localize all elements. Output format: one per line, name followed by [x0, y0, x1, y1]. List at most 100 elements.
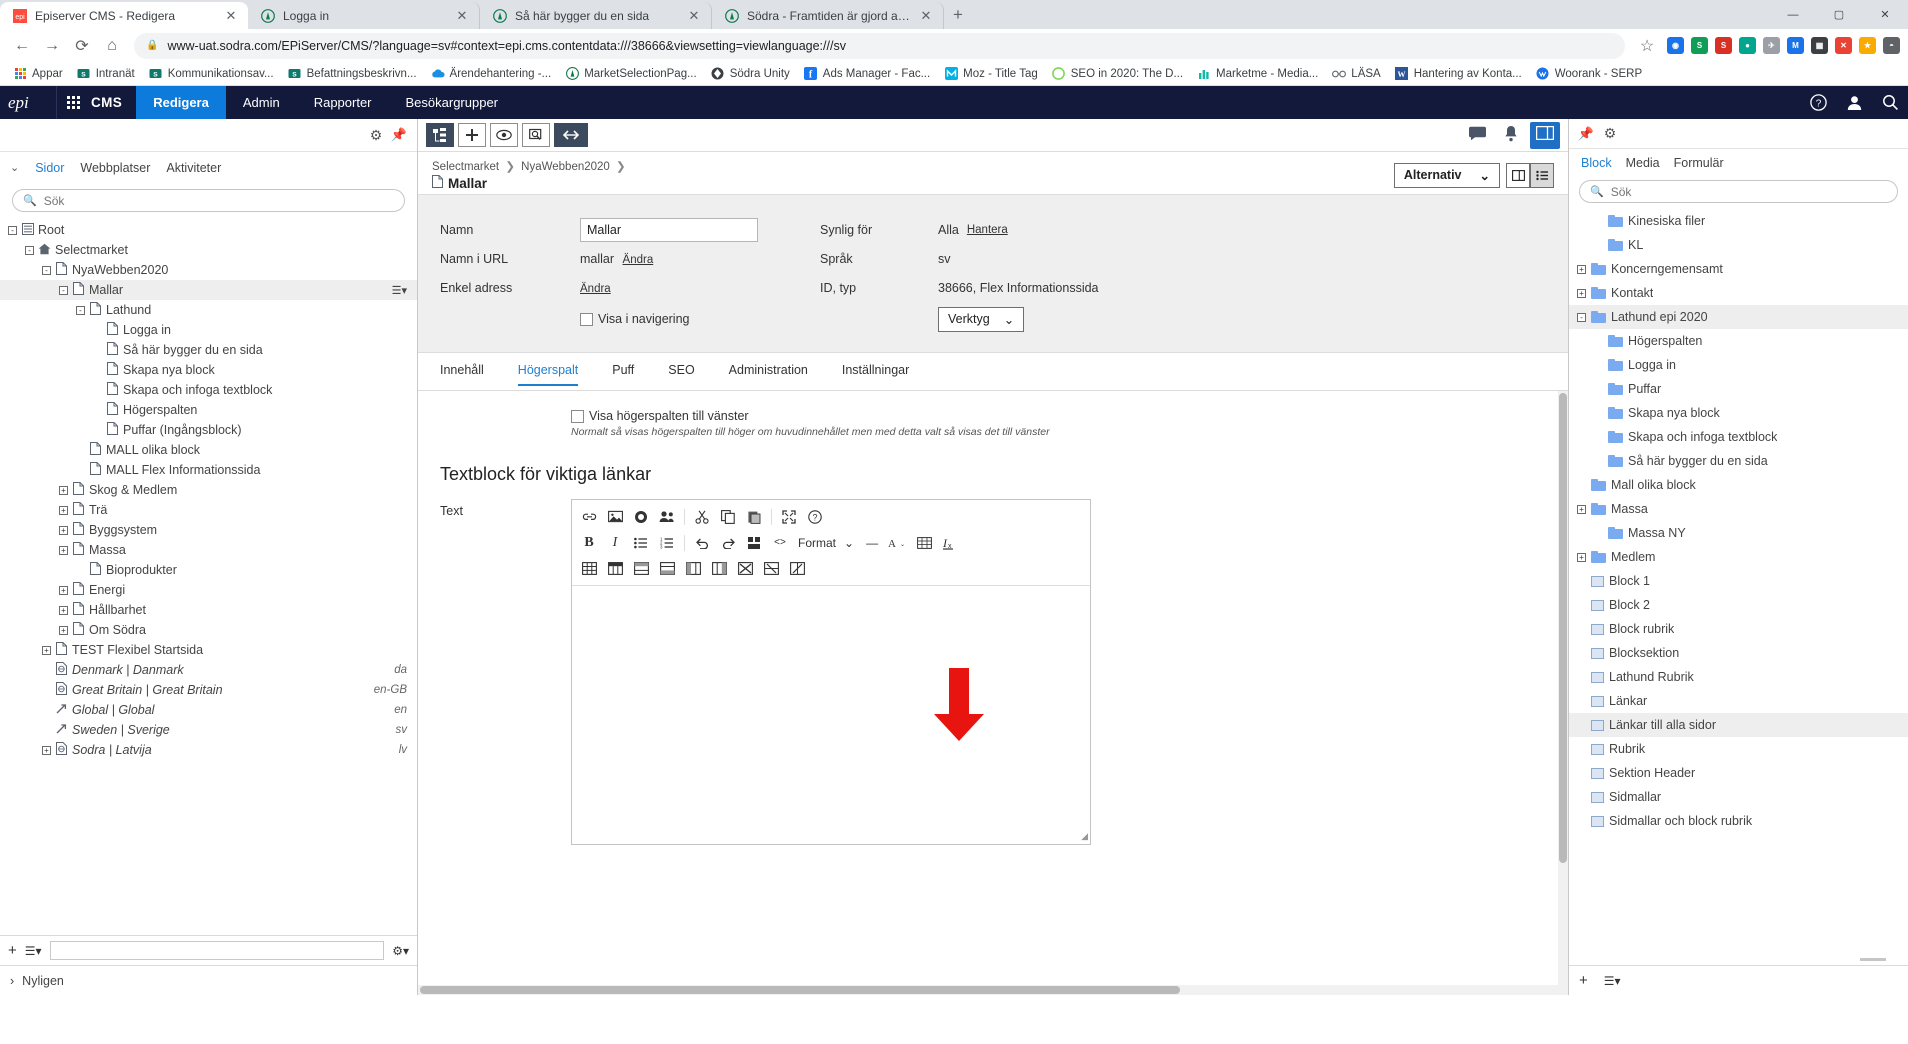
block-list-item[interactable]: Block rubrik — [1569, 617, 1908, 641]
minimize-button[interactable]: — — [1770, 0, 1816, 29]
preview-button[interactable] — [490, 123, 518, 147]
page-tree-item[interactable]: + Massa — [0, 540, 417, 560]
page-tree-item[interactable]: - Selectmarket — [0, 240, 417, 260]
page-tree-item[interactable]: + Trä — [0, 500, 417, 520]
tab-installningar[interactable]: Inställningar — [842, 363, 909, 384]
page-tree-item[interactable]: + Sodra | Latvija lv — [0, 740, 417, 760]
block-folder-item[interactable]: Massa NY — [1569, 521, 1908, 545]
text-color-icon[interactable]: A ⌄ — [886, 532, 910, 554]
insert-table-icon[interactable] — [577, 558, 601, 580]
bold-icon[interactable]: B — [577, 532, 601, 554]
content-horizontal-scrollbar[interactable] — [418, 985, 1568, 995]
visa-i-navigering-checkbox[interactable] — [580, 312, 593, 326]
page-tree-item[interactable]: - NyaWebben2020 — [0, 260, 417, 280]
insert-row-after-icon[interactable] — [655, 558, 679, 580]
ext-red2-icon[interactable]: ✕ — [1835, 37, 1852, 54]
bookmark-item[interactable]: Marketme - Media... — [1191, 65, 1324, 83]
clear-format-icon[interactable]: Ix — [938, 532, 962, 554]
gear-icon[interactable]: ⚙ — [365, 127, 387, 144]
expand-icon[interactable]: + — [1577, 552, 1586, 562]
delete-table-icon[interactable] — [733, 558, 757, 580]
pin-icon[interactable]: 📌 — [389, 127, 409, 143]
tab-webbplatser[interactable]: Webbplatser — [80, 161, 150, 175]
search-box[interactable]: 🔍 — [12, 189, 405, 212]
tab-formular[interactable]: Formulär — [1674, 156, 1724, 170]
expand-icon[interactable]: + — [1577, 504, 1586, 514]
apps-waffle-icon[interactable] — [56, 86, 89, 119]
nav-item-redigera[interactable]: Redigera — [136, 86, 226, 119]
page-tree-item[interactable]: Högerspalten — [0, 400, 417, 420]
expand-icon[interactable]: + — [59, 505, 68, 515]
block-folder-item[interactable]: Kinesiska filer — [1569, 209, 1908, 233]
home-icon[interactable]: ⌂ — [98, 32, 126, 60]
bookmark-item[interactable]: SEO in 2020: The D... — [1046, 65, 1189, 83]
tab-block[interactable]: Block — [1581, 156, 1612, 170]
visa-i-nav-wrap[interactable]: Visa i navigering — [580, 312, 820, 326]
bullet-list-icon[interactable] — [629, 532, 653, 554]
expand-icon[interactable]: + — [42, 745, 51, 755]
tab-innehall[interactable]: Innehåll — [440, 363, 484, 384]
page-tree-item[interactable]: Skapa och infoga textblock — [0, 380, 417, 400]
bookmark-item[interactable]: Woorank - SERP — [1530, 65, 1648, 83]
close-window-button[interactable]: ✕ — [1862, 0, 1908, 29]
page-tree-item[interactable]: Global | Global en — [0, 700, 417, 720]
list-menu-icon[interactable]: ☰▾ — [25, 944, 42, 958]
list-menu-icon[interactable]: ☰▾ — [1604, 974, 1621, 988]
bookmark-item[interactable]: S Befattningsbeskrivn... — [282, 65, 423, 83]
collapse-icon[interactable]: - — [59, 285, 68, 295]
nav-item-admin[interactable]: Admin — [226, 86, 297, 119]
undo-icon[interactable] — [690, 532, 714, 554]
nav-item-rapporter[interactable]: Rapporter — [297, 86, 389, 119]
expand-icon[interactable]: + — [59, 485, 68, 495]
collapse-icon[interactable]: - — [1577, 312, 1586, 322]
list-view-button[interactable] — [1530, 162, 1554, 188]
plus-icon[interactable]: + — [1579, 972, 1588, 989]
bookmark-item[interactable]: MarketSelectionPag... — [559, 65, 703, 83]
page-tree-item[interactable]: + Hållbarhet — [0, 600, 417, 620]
andra-link[interactable]: Ändra — [580, 283, 611, 295]
cut-icon[interactable] — [690, 506, 714, 528]
tab-media[interactable]: Media — [1626, 156, 1660, 170]
numbered-list-icon[interactable]: 123 — [655, 532, 679, 554]
ext-avatar-icon[interactable]: ◓ — [1883, 37, 1900, 54]
page-tree-item[interactable]: Great Britain | Great Britain en-GB — [0, 680, 417, 700]
ext-yellow-icon[interactable]: ★ — [1859, 37, 1876, 54]
block-list-item[interactable]: Sektion Header — [1569, 761, 1908, 785]
assets-panel-icon[interactable] — [1530, 121, 1560, 149]
forward-icon[interactable]: → — [38, 32, 66, 60]
tab-seo[interactable]: SEO — [668, 363, 694, 384]
italic-icon[interactable]: I — [603, 532, 627, 554]
help-icon[interactable]: ? — [803, 506, 827, 528]
browser-tab[interactable]: Så här bygger du en sida ✕ — [480, 2, 712, 29]
maximize-button[interactable]: ▢ — [1816, 0, 1862, 29]
breadcrumb-item[interactable]: NyaWebben2020 — [521, 161, 610, 173]
anchor-icon[interactable] — [742, 532, 766, 554]
expand-icon[interactable]: + — [1577, 288, 1586, 298]
page-tree-item[interactable]: MALL Flex Informationssida — [0, 460, 417, 480]
pin-icon[interactable]: 📌 — [1575, 126, 1597, 142]
search-icon[interactable] — [1872, 86, 1908, 119]
personalize-icon[interactable] — [655, 506, 679, 528]
expand-icon[interactable]: + — [59, 625, 68, 635]
expand-icon[interactable]: + — [59, 605, 68, 615]
search-box[interactable]: 🔍 — [1579, 180, 1898, 203]
search-input[interactable] — [43, 193, 394, 208]
page-tree-item[interactable]: + Om Södra — [0, 620, 417, 640]
block-list-item[interactable]: Sidmallar — [1569, 785, 1908, 809]
back-icon[interactable]: ← — [8, 32, 36, 60]
insert-col-before-icon[interactable] — [681, 558, 705, 580]
tab-puff[interactable]: Puff — [612, 363, 634, 384]
content-vertical-scrollbar[interactable] — [1558, 391, 1568, 985]
notifications-bell-icon[interactable] — [1496, 125, 1526, 146]
special-char-icon[interactable] — [912, 532, 936, 554]
collapse-icon[interactable]: - — [8, 225, 17, 235]
ext-green-icon[interactable]: S — [1691, 37, 1708, 54]
source-code-icon[interactable]: <> — [768, 532, 792, 554]
new-page-name-input[interactable] — [49, 941, 385, 960]
block-folder-item[interactable]: + Koncerngemensamt — [1569, 257, 1908, 281]
compare-button[interactable] — [522, 123, 550, 147]
page-tree-item[interactable]: + Skog & Medlem — [0, 480, 417, 500]
resize-handle-icon[interactable]: ◢ — [1081, 831, 1088, 842]
block-list-item[interactable]: Länkar — [1569, 689, 1908, 713]
address-bar[interactable]: 🔒 www-uat.sodra.com/EPiServer/CMS/?langu… — [134, 32, 1625, 59]
